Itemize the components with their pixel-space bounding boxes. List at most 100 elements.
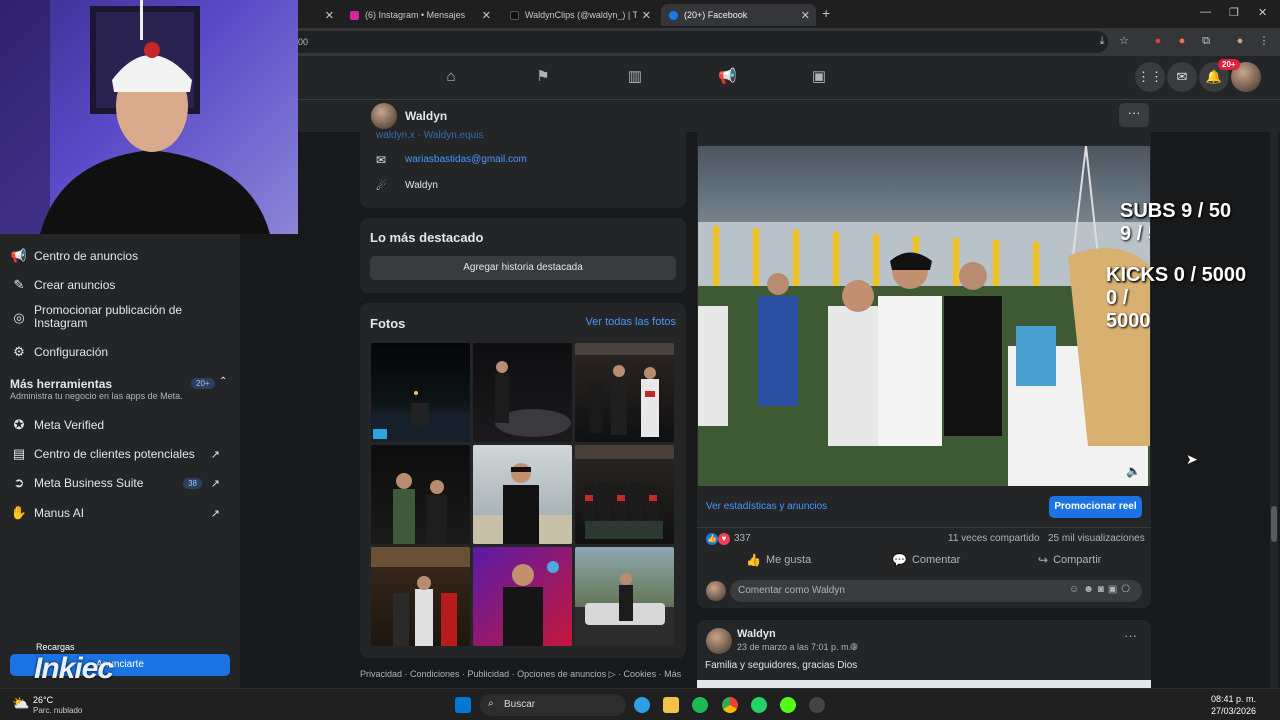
sidebar-item-create-ads[interactable]: ✎ Crear anuncios: [10, 277, 230, 293]
tab-previous[interactable]: ✕: [300, 4, 340, 26]
commenter-avatar[interactable]: [706, 581, 726, 601]
more-options-button[interactable]: ···: [1119, 103, 1149, 127]
url-input[interactable]: 00: [288, 31, 1108, 53]
tab-tiktok[interactable]: WaldynClips (@waldyn_) | TikTok ✕: [502, 4, 657, 26]
collapse-chevron-icon[interactable]: ⌃: [219, 376, 227, 387]
minimize-button[interactable]: —: [1200, 6, 1211, 18]
close-window-button[interactable]: ✕: [1258, 6, 1267, 19]
flag-pages-icon[interactable]: ⚑: [534, 68, 552, 86]
reactions-count[interactable]: 337: [734, 533, 751, 544]
clock-date[interactable]: 27/03/2026: [1211, 706, 1256, 716]
home-icon[interactable]: ⌂: [442, 68, 460, 86]
comment-bubble-icon: 💬: [892, 553, 907, 567]
extensions-puzzle-icon[interactable]: ⧉: [1200, 35, 1212, 47]
more-tools-heading[interactable]: Más herramientas: [10, 377, 112, 391]
profile-avatar[interactable]: [371, 103, 397, 129]
app-icon[interactable]: [809, 697, 825, 713]
page-scrollbar[interactable]: [1270, 100, 1278, 688]
post-author-avatar[interactable]: [706, 628, 732, 654]
sidebar-item-settings[interactable]: ⚙ Configuración: [10, 344, 230, 360]
subs-overlay-text: SUBS 9 / 50: [1120, 200, 1232, 222]
sidebar-item-leads-center[interactable]: ▤ Centro de clientes potenciales ↗: [10, 446, 230, 462]
tab-label: (20+) Facebook: [684, 10, 748, 20]
spotify-icon[interactable]: [692, 697, 708, 713]
edge-icon[interactable]: [634, 697, 650, 713]
windows-start-icon[interactable]: [455, 697, 471, 713]
extension-orange-icon[interactable]: ●: [1176, 35, 1188, 47]
post-date[interactable]: 23 de marzo a las 7:01 p. m. ·: [737, 642, 857, 652]
footer-links[interactable]: Privacidad · Condiciones · Publicidad · …: [360, 669, 681, 680]
new-tab-button[interactable]: +: [822, 5, 830, 21]
kick-icon[interactable]: [780, 697, 796, 713]
verified-icon: ✪: [13, 417, 25, 432]
photo-thumbnail[interactable]: [575, 547, 674, 646]
search-icon: ⌕: [488, 698, 494, 709]
comment-button[interactable]: 💬 Comentar: [892, 553, 960, 567]
comment-tools-icons[interactable]: ☺☻◙▣⎔: [1069, 584, 1134, 595]
whatsapp-icon[interactable]: [751, 697, 767, 713]
tiktok-favicon-icon: [510, 10, 519, 20]
like-button[interactable]: 👍 Me gusta: [746, 553, 811, 567]
photo-thumbnail[interactable]: [371, 343, 470, 442]
bookmark-star-icon[interactable]: ☆: [1118, 35, 1130, 47]
photo-thumbnail[interactable]: [473, 343, 572, 442]
photo-image: [575, 343, 674, 437]
see-all-photos-link[interactable]: Ver todas las fotos: [586, 316, 677, 328]
tab-facebook[interactable]: (20+) Facebook ✕: [661, 4, 816, 26]
chrome-icon[interactable]: [722, 697, 738, 713]
email-link[interactable]: wariasbastidas@gmail.com: [405, 154, 527, 165]
close-tab-icon[interactable]: ✕: [801, 9, 810, 22]
clock-time[interactable]: 08:41 p. m.: [1211, 694, 1256, 704]
sidebar-item-manus-ai[interactable]: ✋ Manus AI ↗: [10, 505, 230, 521]
messenger-icon[interactable]: ✉: [1167, 62, 1197, 92]
sidebar-item-promote-instagram[interactable]: ◎ Promocionar publicación de Instagram: [10, 304, 230, 330]
comment-input[interactable]: Comentar como Waldyn ☺☻◙▣⎔: [730, 580, 1142, 602]
photo-thumbnail[interactable]: [473, 547, 572, 646]
featured-card: Lo más destacado Agregar historia destac…: [360, 218, 686, 293]
file-explorer-icon[interactable]: [663, 697, 679, 713]
weather-icon[interactable]: ⛅: [12, 695, 29, 712]
menu-grid-icon[interactable]: ⋮⋮: [1135, 62, 1165, 92]
mute-icon[interactable]: 🔈: [1126, 464, 1141, 478]
sidebar-item-meta-verified[interactable]: ✪ Meta Verified: [10, 417, 230, 433]
share-button[interactable]: ↪ Compartir: [1038, 553, 1101, 567]
install-app-icon[interactable]: ⤓: [1096, 35, 1108, 47]
love-reaction-icon: ♥: [718, 533, 730, 545]
extension-red-icon[interactable]: ●: [1152, 35, 1164, 47]
messenger-name[interactable]: Waldyn: [405, 180, 438, 191]
social-handles[interactable]: waldyn.x · Waldyn.equis: [376, 130, 483, 141]
post-media-preview[interactable]: [697, 680, 1151, 688]
sidebar-item-label: Configuración: [34, 345, 109, 359]
photo-thumbnail[interactable]: [371, 547, 470, 646]
profile-avatar-icon[interactable]: ●: [1234, 35, 1246, 47]
taskbar-search-placeholder: Buscar: [504, 699, 536, 710]
post-author[interactable]: Waldyn: [737, 628, 776, 640]
close-tab-icon[interactable]: ✕: [482, 9, 491, 22]
share-arrow-icon: ↪: [1038, 553, 1049, 567]
add-featured-button[interactable]: Agregar historia destacada: [370, 256, 676, 280]
stats-link[interactable]: Ver estadísticas y anuncios: [706, 501, 827, 512]
close-tab-icon[interactable]: ✕: [325, 9, 334, 22]
post-options-icon[interactable]: ···: [1124, 628, 1137, 643]
promote-reel-button[interactable]: Promocionar reel: [1049, 496, 1142, 518]
restore-button[interactable]: ❐: [1229, 6, 1239, 19]
profile-name[interactable]: Waldyn: [405, 109, 447, 123]
sidebar-item-ads-center[interactable]: 📢 Centro de anuncios: [10, 248, 230, 264]
photo-thumbnail[interactable]: [473, 445, 572, 544]
insights-icon[interactable]: ▥: [626, 68, 644, 86]
sidebar-item-business-suite[interactable]: ➲ Meta Business Suite 38 ↗: [10, 475, 230, 491]
chrome-menu-icon[interactable]: ⋮: [1258, 35, 1270, 47]
ads-megaphone-icon[interactable]: 📢: [718, 68, 737, 86]
weather-desc: Parc. nublado: [33, 706, 83, 715]
tab-instagram[interactable]: (6) Instagram • Mensajes ✕: [342, 4, 497, 26]
reel-video[interactable]: SUBS 9 / 50 KICKS 0 / 5000 🔈: [698, 146, 1150, 486]
scrollbar-thumb[interactable]: [1271, 506, 1277, 542]
close-tab-icon[interactable]: ✕: [642, 9, 651, 22]
email-icon: ✉: [376, 153, 387, 167]
taskbar-search[interactable]: ⌕ Buscar: [480, 694, 626, 716]
reels-icon[interactable]: ▣: [810, 68, 828, 86]
photo-thumbnail[interactable]: [371, 445, 470, 544]
photo-thumbnail[interactable]: [575, 343, 674, 442]
photo-thumbnail[interactable]: [575, 445, 674, 544]
shares-count[interactable]: 11 veces compartido: [948, 533, 1040, 544]
